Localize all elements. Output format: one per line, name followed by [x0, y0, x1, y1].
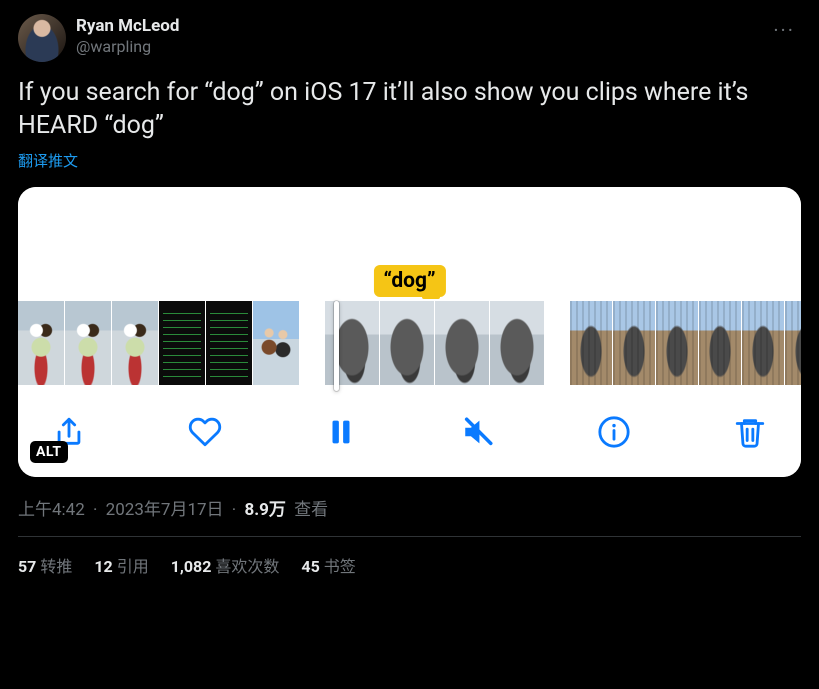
stat-label: 转推	[40, 557, 72, 576]
clip-thumb[interactable]	[570, 301, 612, 385]
stat-count: 12	[94, 557, 112, 576]
media-top-whitespace: “dog”	[18, 187, 801, 299]
playhead[interactable]	[334, 301, 339, 391]
display-name: Ryan McLeod	[76, 16, 179, 37]
media-toolbar	[18, 393, 801, 477]
clip-thumb[interactable]	[380, 301, 434, 385]
avatar[interactable]	[18, 14, 66, 62]
stat-count: 1,082	[171, 557, 212, 576]
alt-badge[interactable]: ALT	[30, 441, 68, 463]
stat-quotes[interactable]: 12 引用	[94, 553, 148, 577]
heart-icon[interactable]	[188, 415, 222, 449]
clip-thumb[interactable]	[206, 301, 252, 385]
video-timeline[interactable]	[18, 299, 801, 393]
tweet-date[interactable]: 2023年7月17日	[106, 500, 224, 520]
stat-retweets[interactable]: 57转推	[18, 553, 72, 577]
clip-thumb[interactable]	[785, 301, 801, 385]
translate-link[interactable]: 翻译推文	[18, 150, 78, 171]
tweet-stats: 57转推 12 引用 1,082喜欢次数 45 书签	[18, 537, 801, 577]
clip-thumb[interactable]	[742, 301, 784, 385]
tweet-header: Ryan McLeod @warpling ···	[18, 14, 801, 62]
stat-count: 45	[301, 557, 319, 576]
tweet-text: If you search for “dog” on iOS 17 it’ll …	[18, 76, 801, 142]
tweet-time[interactable]: 上午4:42	[18, 500, 85, 520]
search-hit-marker	[422, 293, 440, 299]
clip-thumb[interactable]	[490, 301, 544, 385]
media-card[interactable]: “dog”	[18, 187, 801, 477]
stat-label: 喜欢次数	[215, 557, 279, 576]
clip-thumb[interactable]	[65, 301, 111, 385]
clip-group[interactable]	[325, 301, 544, 385]
stat-count: 57	[18, 557, 36, 576]
clip-thumb[interactable]	[699, 301, 741, 385]
stat-label: 引用	[117, 557, 149, 576]
mute-icon[interactable]	[461, 415, 495, 449]
author-handle: @warpling	[76, 37, 179, 57]
clip-thumb[interactable]	[112, 301, 158, 385]
tweet-meta: 上午4:42 · 2023年7月17日 · 8.9万 查看	[18, 495, 801, 520]
author-names[interactable]: Ryan McLeod @warpling	[76, 14, 179, 57]
clip-thumb[interactable]	[18, 301, 64, 385]
clip-thumb[interactable]	[253, 301, 299, 385]
clip-group[interactable]	[18, 301, 299, 385]
clip-thumb[interactable]	[656, 301, 698, 385]
clip-thumb[interactable]	[435, 301, 489, 385]
meta-separator: ·	[232, 500, 236, 520]
clip-thumb[interactable]	[159, 301, 205, 385]
stat-likes[interactable]: 1,082喜欢次数	[171, 553, 280, 577]
views-label: 查看	[294, 500, 328, 520]
trash-icon[interactable]	[733, 415, 767, 449]
tweet-container: Ryan McLeod @warpling ··· If you search …	[0, 0, 819, 577]
clip-group[interactable]	[570, 301, 801, 385]
info-icon[interactable]	[597, 415, 631, 449]
meta-separator: ·	[93, 500, 97, 520]
views-count: 8.9万	[244, 500, 285, 520]
pause-icon[interactable]	[324, 415, 358, 449]
clip-thumb[interactable]	[613, 301, 655, 385]
stat-label: 书签	[324, 557, 356, 576]
stat-bookmarks[interactable]: 45 书签	[301, 553, 355, 577]
more-options-button[interactable]: ···	[767, 14, 801, 46]
